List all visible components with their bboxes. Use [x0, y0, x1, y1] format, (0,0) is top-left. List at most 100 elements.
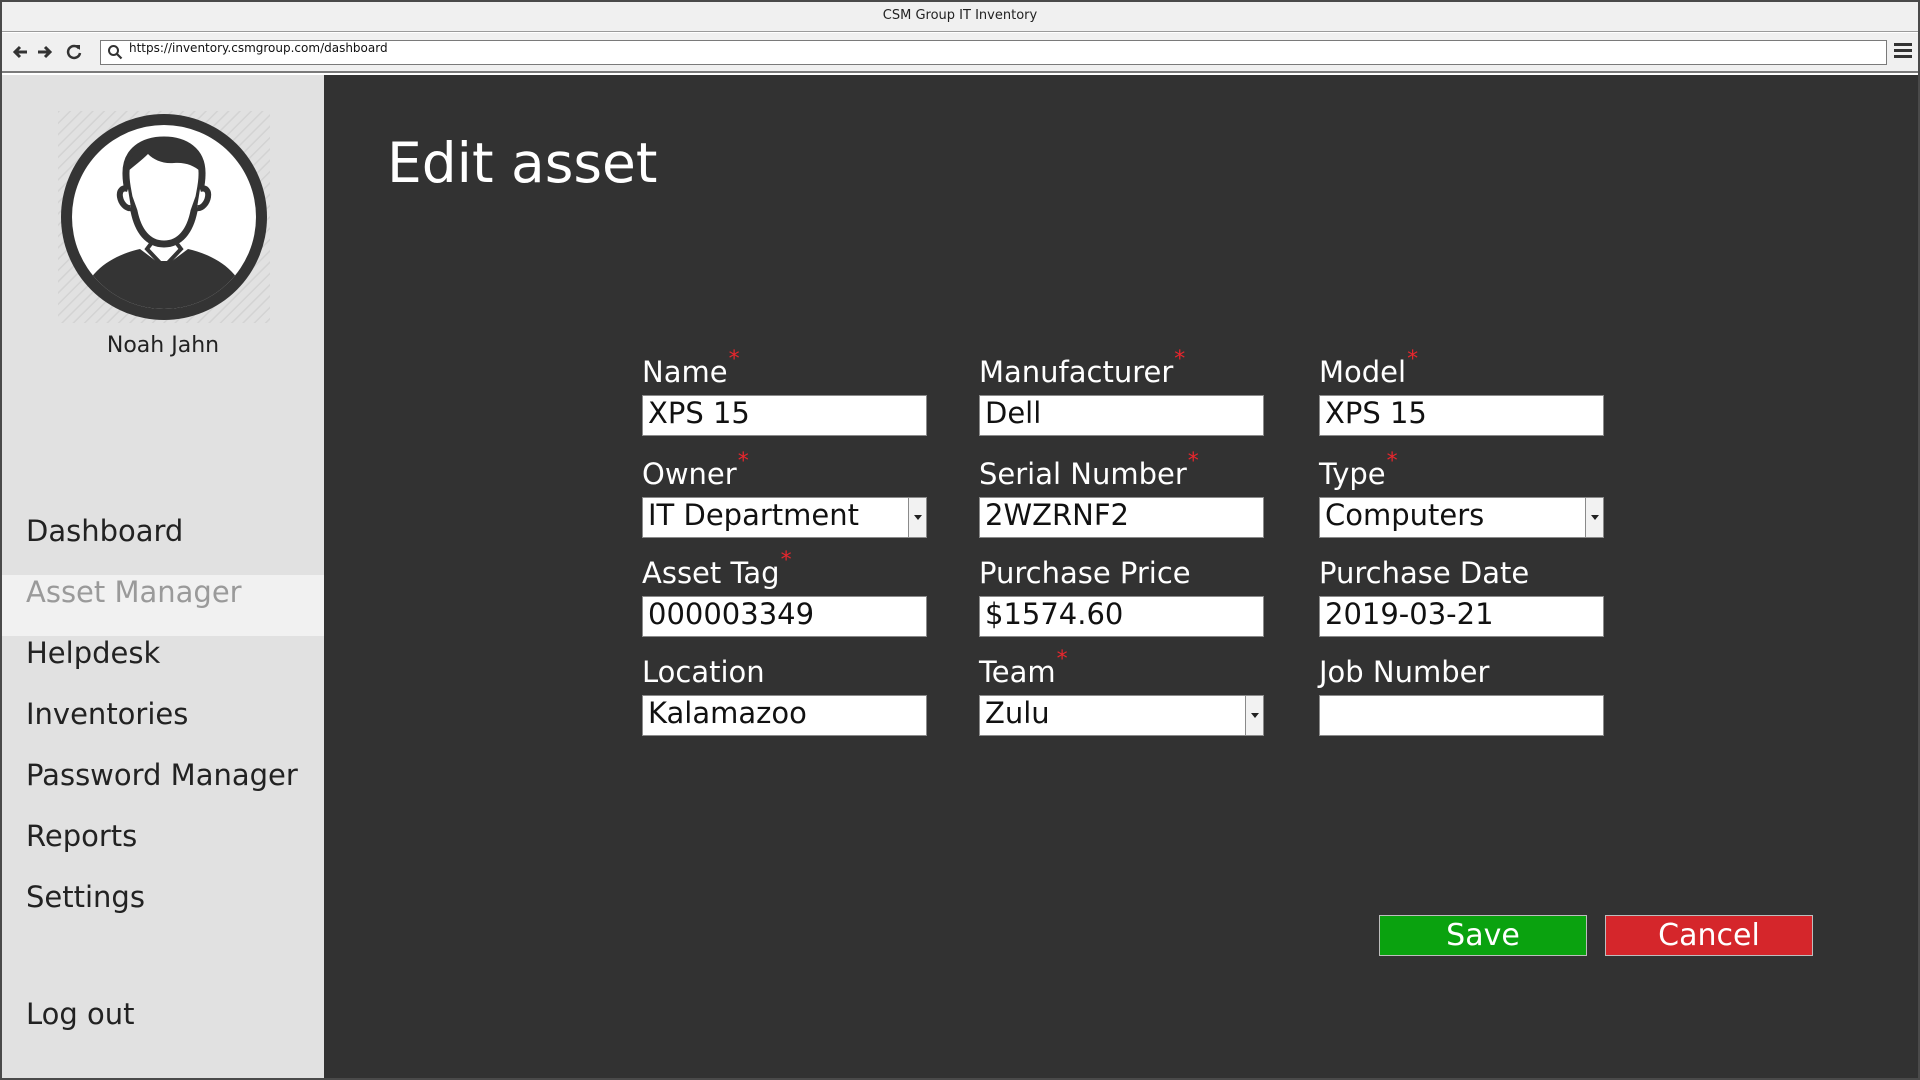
sidebar-nav: Dashboard Asset Manager Helpdesk Invento…	[2, 514, 324, 941]
chevron-down-icon[interactable]	[908, 498, 926, 537]
asset-tag-label-text: Asset Tag	[642, 556, 780, 590]
sidebar: Noah Jahn Dashboard Asset Manager Helpde…	[2, 75, 324, 1078]
page-title: Edit asset	[387, 131, 658, 195]
arrow-left-icon-graphic	[12, 45, 27, 59]
purchase-price-label: Purchase Price	[979, 556, 1266, 596]
manufacturer-field-group: Manufacturer* Dell	[979, 347, 1266, 436]
model-field-group: Model* XPS 15	[1319, 347, 1606, 436]
team-label-text: Team	[979, 655, 1056, 689]
reload-icon-graphic	[66, 44, 82, 60]
asset-tag-field-group: Asset Tag* 000003349	[642, 548, 929, 637]
required-marker: *	[1056, 647, 1068, 672]
job-number-input[interactable]	[1319, 695, 1604, 736]
sidebar-item-reports[interactable]: Reports	[2, 819, 324, 880]
sidebar-item-password-manager[interactable]: Password Manager	[2, 758, 324, 819]
sidebar-item-dashboard[interactable]: Dashboard	[2, 514, 324, 575]
arrow-right-icon-graphic	[38, 45, 53, 59]
browser-toolbar: https://inventory.csmgroup.com/dashboard	[2, 33, 1918, 73]
owner-select[interactable]: IT Department	[642, 497, 927, 538]
url-text[interactable]: https://inventory.csmgroup.com/dashboard	[129, 41, 388, 64]
hamburger-menu-icon[interactable]	[1894, 43, 1912, 59]
model-input[interactable]: XPS 15	[1319, 395, 1604, 436]
team-select[interactable]: Zulu	[979, 695, 1264, 736]
location-value[interactable]: Kalamazoo	[648, 696, 807, 735]
owner-label-text: Owner	[642, 457, 737, 491]
location-label: Location	[642, 655, 929, 695]
asset-tag-input[interactable]: 000003349	[642, 596, 927, 637]
owner-label: Owner*	[642, 449, 929, 497]
arrow-left-icon[interactable]	[8, 40, 32, 64]
purchase-date-label-text: Purchase Date	[1319, 556, 1530, 590]
model-label-text: Model	[1319, 355, 1407, 389]
type-label-text: Type	[1319, 457, 1386, 491]
type-label: Type*	[1319, 449, 1606, 497]
location-input[interactable]: Kalamazoo	[642, 695, 927, 736]
location-label-text: Location	[642, 655, 765, 689]
purchase-date-label: Purchase Date	[1319, 556, 1606, 596]
model-label: Model*	[1319, 347, 1606, 395]
job-number-label-text: Job Number	[1319, 655, 1490, 689]
name-field-group: Name* XPS 15	[642, 347, 929, 436]
required-marker: *	[780, 548, 792, 573]
purchase-price-input[interactable]: $1574.60	[979, 596, 1264, 637]
arrow-right-icon[interactable]	[33, 40, 57, 64]
name-value[interactable]: XPS 15	[648, 396, 750, 435]
cancel-button[interactable]: Cancel	[1605, 915, 1813, 956]
purchase-date-input[interactable]: 2019-03-21	[1319, 596, 1604, 637]
manufacturer-input[interactable]: Dell	[979, 395, 1264, 436]
required-marker: *	[1407, 347, 1419, 372]
type-field-group: Type* Computers	[1319, 449, 1606, 538]
serial-number-input[interactable]: 2WZRNF2	[979, 497, 1264, 538]
serial-number-field-group: Serial Number* 2WZRNF2	[979, 449, 1266, 538]
serial-number-label-text: Serial Number	[979, 457, 1187, 491]
purchase-price-field-group: Purchase Price $1574.60	[979, 556, 1266, 637]
required-marker: *	[1386, 449, 1398, 474]
name-label: Name*	[642, 347, 929, 395]
required-marker: *	[1187, 449, 1199, 474]
search-icon	[108, 45, 123, 60]
team-label: Team*	[979, 647, 1266, 695]
purchase-date-field-group: Purchase Date 2019-03-21	[1319, 556, 1606, 637]
address-bar[interactable]: https://inventory.csmgroup.com/dashboard	[100, 40, 1887, 65]
required-marker: *	[1174, 347, 1186, 372]
location-field-group: Location Kalamazoo	[642, 655, 929, 736]
job-number-field-group: Job Number	[1319, 655, 1606, 736]
model-value[interactable]: XPS 15	[1325, 396, 1427, 435]
serial-number-value[interactable]: 2WZRNF2	[985, 498, 1129, 537]
owner-value[interactable]: IT Department	[648, 498, 859, 537]
purchase-price-value[interactable]: $1574.60	[985, 597, 1123, 636]
sidebar-item-inventories[interactable]: Inventories	[2, 697, 324, 758]
asset-tag-label: Asset Tag*	[642, 548, 929, 596]
purchase-price-label-text: Purchase Price	[979, 556, 1191, 590]
name-input[interactable]: XPS 15	[642, 395, 927, 436]
team-value[interactable]: Zulu	[985, 696, 1050, 735]
window-title: CSM Group IT Inventory	[2, 2, 1918, 32]
manufacturer-value[interactable]: Dell	[985, 396, 1041, 435]
team-field-group: Team* Zulu	[979, 647, 1266, 736]
purchase-date-value[interactable]: 2019-03-21	[1325, 597, 1494, 636]
chevron-down-icon[interactable]	[1245, 696, 1263, 735]
avatar-graphic	[58, 111, 270, 323]
owner-field-group: Owner* IT Department	[642, 449, 929, 538]
browser-window: CSM Group IT Inventory https://inventory…	[0, 0, 1920, 1080]
main-content: Edit asset Name* XPS 15 Manufacturer* De…	[324, 75, 1918, 1078]
sidebar-item-helpdesk[interactable]: Helpdesk	[2, 636, 324, 697]
type-select[interactable]: Computers	[1319, 497, 1604, 538]
required-marker: *	[728, 347, 740, 372]
asset-tag-value[interactable]: 000003349	[648, 597, 814, 636]
name-label-text: Name	[642, 355, 728, 389]
save-button[interactable]: Save	[1379, 915, 1587, 956]
required-marker: *	[737, 449, 749, 474]
reload-icon[interactable]	[62, 40, 86, 64]
user-name: Noah Jahn	[106, 333, 220, 358]
logout-link[interactable]: Log out	[26, 997, 135, 1031]
chevron-down-icon[interactable]	[1585, 498, 1603, 537]
sidebar-item-settings[interactable]: Settings	[2, 880, 324, 941]
serial-number-label: Serial Number*	[979, 449, 1266, 497]
job-number-label: Job Number	[1319, 655, 1606, 695]
type-value[interactable]: Computers	[1325, 498, 1484, 537]
app-area: Noah Jahn Dashboard Asset Manager Helpde…	[2, 75, 1918, 1078]
sidebar-item-asset-manager[interactable]: Asset Manager	[2, 575, 324, 636]
manufacturer-label-text: Manufacturer	[979, 355, 1174, 389]
manufacturer-label: Manufacturer*	[979, 347, 1266, 395]
